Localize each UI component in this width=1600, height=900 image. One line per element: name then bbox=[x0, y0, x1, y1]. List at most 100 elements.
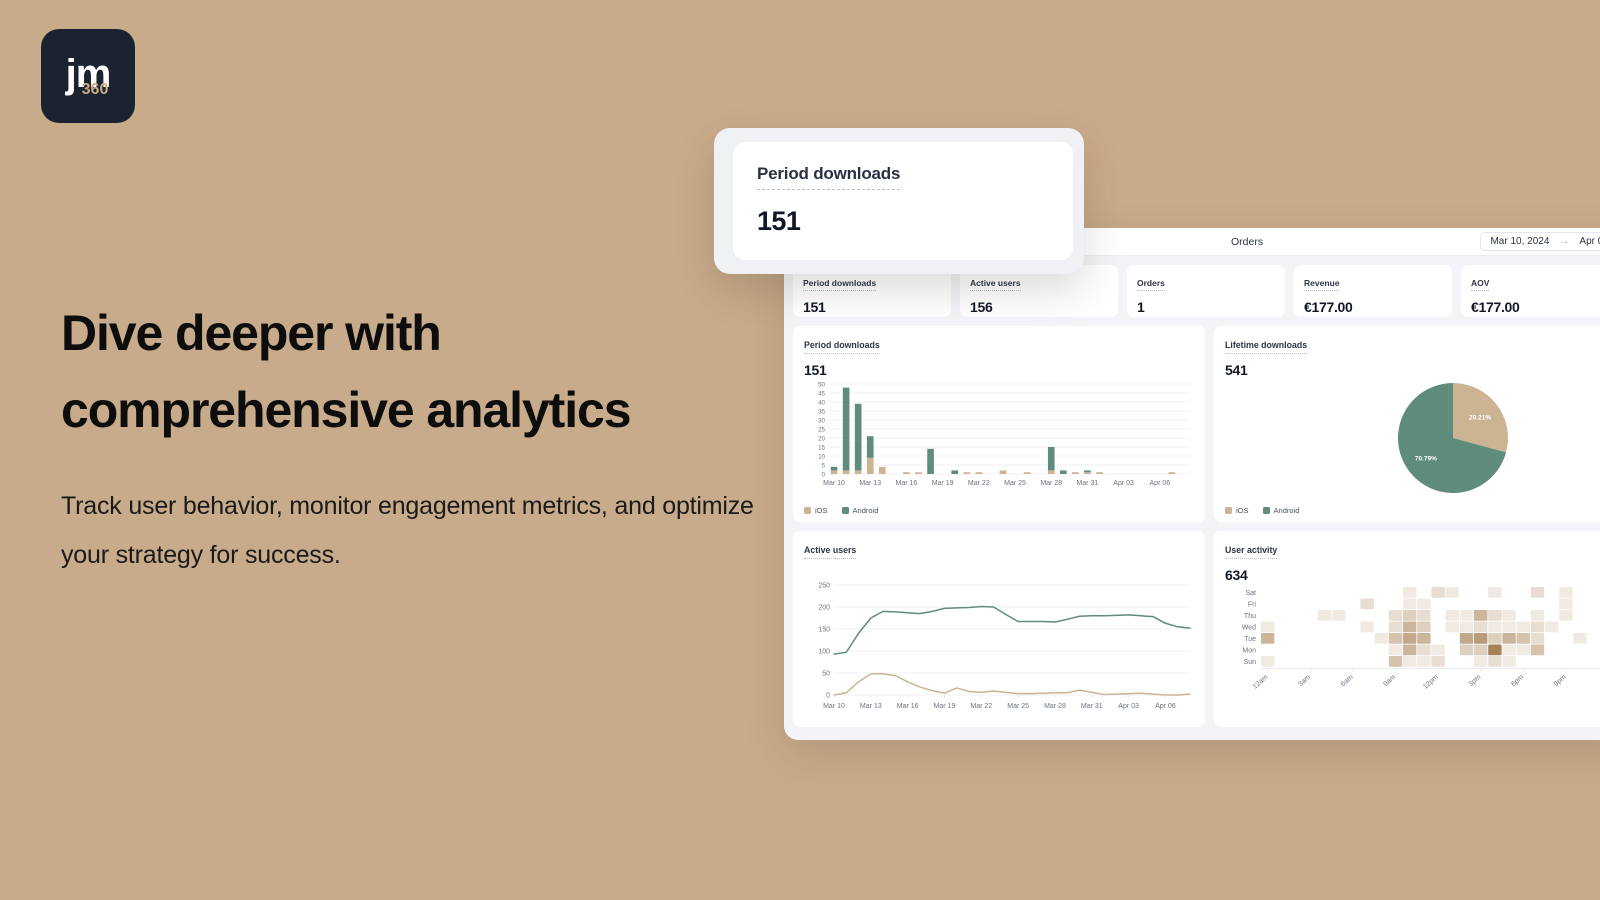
svg-text:40: 40 bbox=[818, 399, 825, 406]
svg-text:35: 35 bbox=[818, 408, 825, 415]
android-swatch-icon bbox=[1262, 507, 1270, 514]
svg-text:Apr 06: Apr 06 bbox=[1155, 703, 1176, 710]
svg-text:Mar 28: Mar 28 bbox=[1040, 480, 1062, 487]
kpi-value: 156 bbox=[970, 299, 993, 316]
svg-text:Fri: Fri bbox=[1248, 601, 1257, 608]
svg-text:250: 250 bbox=[818, 582, 830, 589]
kpi-label: Active users bbox=[970, 278, 1021, 292]
svg-text:Mar 25: Mar 25 bbox=[1007, 703, 1029, 710]
svg-text:15: 15 bbox=[818, 444, 825, 451]
logo-sub-text: 360 bbox=[81, 81, 109, 98]
svg-text:30: 30 bbox=[818, 417, 825, 424]
legend-label: iOS bbox=[1236, 506, 1249, 515]
svg-text:6am: 6am bbox=[1340, 673, 1355, 687]
svg-text:70.79%: 70.79% bbox=[1415, 455, 1437, 462]
kpi-value: 1 bbox=[1137, 299, 1145, 316]
svg-text:9pm: 9pm bbox=[1553, 673, 1568, 687]
kpi-value: €177.00 bbox=[1304, 299, 1353, 316]
card-active-users-chart: Active users 250 200 150 100 50 0 Mar 10 Mar 13… bbox=[793, 531, 1205, 727]
card-user-activity-chart: User activity 634 Sat Fri Thu Wed Tue Mon Sun 1… bbox=[1214, 531, 1600, 727]
card-lifetime-downloads-chart: Lifetime downloads 541 29.21% 70.79% iOS … bbox=[1214, 326, 1600, 522]
arrow-right-icon: → bbox=[1559, 236, 1570, 247]
card-title: User activity bbox=[1225, 545, 1278, 559]
hero-section: Dive deeper with comprehensive analytics… bbox=[61, 295, 761, 580]
date-range-start: Mar 10, 2024 bbox=[1490, 236, 1550, 247]
svg-text:0: 0 bbox=[826, 692, 830, 699]
chart-grid: Period downloads 151 50 45 40 35 30 25 20 15 10 5… bbox=[784, 317, 1600, 727]
legend-item-ios: iOS bbox=[804, 506, 828, 515]
svg-text:50: 50 bbox=[822, 670, 830, 677]
legend-label: Android bbox=[852, 506, 879, 515]
svg-text:29.21%: 29.21% bbox=[1469, 414, 1491, 421]
svg-text:12am: 12am bbox=[1252, 673, 1270, 690]
legend-item-ios: iOS bbox=[1225, 506, 1249, 515]
legend-item-android: Android bbox=[841, 506, 879, 515]
pie-chart: 29.21% 70.79% bbox=[1398, 382, 1508, 493]
svg-text:Mar 19: Mar 19 bbox=[932, 480, 954, 487]
kpi-card-aov[interactable]: AOV €177.00 bbox=[1461, 265, 1600, 317]
svg-text:3am: 3am bbox=[1297, 673, 1312, 687]
kpi-card-revenue[interactable]: Revenue €177.00 bbox=[1294, 265, 1452, 317]
dashboard-preview: Orders Mar 10, 2024 → Apr 08, 2 Period d… bbox=[784, 228, 1600, 740]
svg-text:Wed: Wed bbox=[1242, 624, 1256, 631]
svg-text:50: 50 bbox=[818, 381, 825, 388]
svg-text:Sun: Sun bbox=[1244, 658, 1257, 665]
svg-text:Sat: Sat bbox=[1245, 589, 1256, 596]
tab-orders[interactable]: Orders bbox=[1231, 236, 1263, 248]
svg-text:6pm: 6pm bbox=[1510, 673, 1525, 687]
svg-text:150: 150 bbox=[818, 626, 830, 633]
svg-text:5: 5 bbox=[822, 462, 826, 469]
svg-text:Tue: Tue bbox=[1244, 635, 1256, 642]
date-range-picker[interactable]: Mar 10, 2024 → Apr 08, 2 bbox=[1480, 232, 1600, 251]
heatmap-chart: Sat Fri Thu Wed Tue Mon Sun 12am 3am 6am 9am 12pm 3p… bbox=[1242, 586, 1600, 690]
legend-label: Android bbox=[1273, 506, 1300, 515]
floating-metric-frame: Period downloads 151 bbox=[714, 128, 1084, 274]
svg-text:Apr 03: Apr 03 bbox=[1118, 703, 1139, 710]
svg-text:Mar 25: Mar 25 bbox=[1004, 480, 1026, 487]
card-title: Lifetime downloads bbox=[1225, 340, 1308, 354]
date-range-end: Apr 08, 2 bbox=[1579, 236, 1600, 247]
kpi-label: AOV bbox=[1471, 278, 1490, 292]
android-swatch-icon bbox=[841, 507, 849, 514]
svg-text:100: 100 bbox=[818, 648, 830, 655]
svg-text:Mar 10: Mar 10 bbox=[823, 480, 845, 487]
svg-text:20: 20 bbox=[818, 435, 825, 442]
ios-swatch-icon bbox=[804, 507, 811, 514]
hero-title-line1: Dive deeper with bbox=[61, 305, 442, 361]
svg-text:Mar 13: Mar 13 bbox=[860, 703, 882, 710]
line-chart: 250 200 150 100 50 0 Mar 10 Mar 13 Mar 16 Mar 19 M… bbox=[818, 582, 1191, 710]
svg-text:12pm: 12pm bbox=[1422, 673, 1440, 690]
kpi-value: 151 bbox=[803, 299, 826, 316]
svg-text:9am: 9am bbox=[1382, 673, 1397, 687]
svg-text:0: 0 bbox=[822, 471, 826, 478]
svg-text:Apr 06: Apr 06 bbox=[1150, 480, 1171, 487]
svg-text:Mar 10: Mar 10 bbox=[823, 703, 845, 710]
card-value: 634 bbox=[1225, 566, 1248, 583]
svg-text:10: 10 bbox=[818, 453, 825, 460]
svg-text:Mar 31: Mar 31 bbox=[1081, 703, 1103, 710]
svg-text:Mar 16: Mar 16 bbox=[897, 703, 919, 710]
legend-label: iOS bbox=[815, 506, 828, 515]
bar-chart-legend: iOS Android bbox=[804, 506, 878, 515]
landing-page: jm 360 Dive deeper with comprehensive an… bbox=[0, 0, 1600, 900]
card-period-downloads-chart: Period downloads 151 50 45 40 35 30 25 20 15 10 5… bbox=[793, 326, 1205, 522]
kpi-label: Period downloads bbox=[803, 278, 877, 292]
ios-swatch-icon bbox=[1225, 507, 1232, 514]
kpi-card-orders[interactable]: Orders 1 bbox=[1127, 265, 1285, 317]
svg-text:200: 200 bbox=[818, 604, 830, 611]
kpi-label: Orders bbox=[1137, 278, 1165, 292]
svg-text:Apr 03: Apr 03 bbox=[1113, 480, 1134, 487]
card-value: 151 bbox=[804, 361, 827, 378]
svg-text:Mar 16: Mar 16 bbox=[896, 480, 918, 487]
card-value: 541 bbox=[1225, 361, 1248, 378]
floating-metric-card[interactable]: Period downloads 151 bbox=[733, 142, 1073, 260]
kpi-value: €177.00 bbox=[1471, 299, 1520, 316]
svg-text:Mar 31: Mar 31 bbox=[1077, 480, 1099, 487]
svg-text:Thu: Thu bbox=[1244, 612, 1256, 619]
floating-metric-label: Period downloads bbox=[757, 164, 900, 190]
kpi-label: Revenue bbox=[1304, 278, 1340, 292]
svg-text:Mar 28: Mar 28 bbox=[1044, 703, 1066, 710]
page-title: Dive deeper with comprehensive analytics bbox=[61, 295, 761, 448]
brand-logo[interactable]: jm 360 bbox=[41, 29, 135, 123]
svg-text:Mon: Mon bbox=[1242, 647, 1256, 654]
